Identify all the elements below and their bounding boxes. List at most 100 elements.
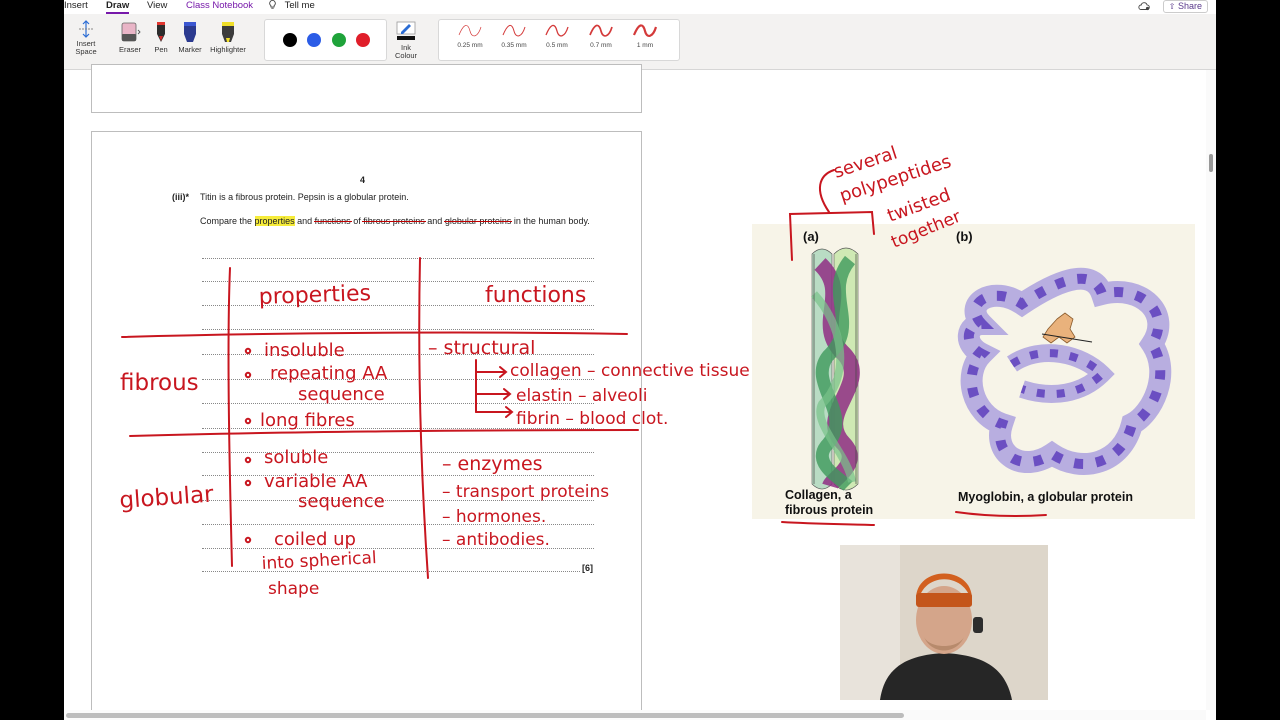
thickness-gallery: 0.25 mm 0.35 mm 0.5 mm 0.7 mm 1 mm	[438, 19, 680, 61]
thickness-option-0-25mm[interactable]: 0.25 mm	[451, 23, 489, 49]
eraser-tool[interactable]: Eraser	[116, 20, 144, 54]
rest-text: in the human body.	[513, 216, 590, 226]
protein-illustration	[811, 247, 1172, 491]
ribbon-tab-bar: Insert Draw View Class Notebook Tell me …	[64, 0, 1216, 14]
vertical-scroll-thumb[interactable]	[1209, 154, 1213, 172]
highlighter-icon	[222, 22, 234, 42]
draw-ribbon: oct Insert Space Eraser Pen	[64, 14, 1216, 70]
thickness-label: 0.5 mm	[546, 42, 568, 49]
share-button[interactable]: ⇧ Share	[1162, 0, 1208, 13]
insert-space-label: Insert Space	[75, 39, 97, 56]
answer-line	[202, 403, 594, 404]
tab-insert[interactable]: Insert	[64, 0, 88, 12]
thickness-option-1mm[interactable]: 1 mm	[626, 23, 664, 49]
thickness-label: 0.7 mm	[590, 42, 612, 49]
thickness-label: 0.25 mm	[457, 42, 483, 49]
collagen-caption-line2: fibrous protein	[785, 503, 874, 517]
answer-line	[202, 379, 594, 380]
thickness-option-0-7mm[interactable]: 0.7 mm	[582, 23, 620, 49]
horizontal-scrollbar[interactable]	[64, 710, 1206, 720]
stroke-sample-icon	[589, 24, 613, 37]
vertical-scrollbar[interactable]	[1206, 70, 1216, 710]
colour-swatch-black[interactable]	[283, 33, 297, 47]
ink-colour-icon	[396, 21, 416, 40]
answer-line	[202, 571, 580, 572]
share-label: Share	[1177, 1, 1202, 11]
marks-label: [6]	[582, 563, 593, 573]
ink-colour-tool[interactable]: Ink Colour	[389, 20, 423, 60]
colour-swatch-red[interactable]	[356, 33, 370, 47]
stroke-sample-icon	[632, 24, 658, 37]
myoglobin-illustration	[957, 267, 1172, 475]
tab-tell-me[interactable]: Tell me	[269, 0, 315, 12]
highlighter-tool[interactable]: Highlighter	[206, 20, 250, 54]
page-canvas[interactable]: 4 (iii)* Titin is a fibrous protein. Pep…	[64, 64, 1216, 720]
page-number: 4	[360, 175, 366, 185]
ink-colour-label: Ink Colour	[394, 43, 418, 60]
answer-line	[202, 354, 594, 355]
colour-swatch-green[interactable]	[332, 33, 346, 47]
question-number: (iii)*	[172, 192, 189, 202]
pen-label: Pen	[154, 45, 168, 54]
eraser-label: Eraser	[118, 45, 142, 54]
and-text: and	[297, 216, 313, 226]
struck-fibrous-proteins: fibrous proteins	[363, 216, 425, 226]
myoglobin-caption: Myoglobin, a globular protein	[958, 490, 1133, 504]
struck-globular-proteins: globular proteins	[444, 216, 512, 226]
presenter-silhouette	[840, 545, 1048, 700]
and-text-2: and	[427, 216, 443, 226]
thickness-option-0-35mm[interactable]: 0.35 mm	[495, 23, 533, 49]
insert-space-tool[interactable]: Insert Space	[74, 20, 98, 56]
figure-label-b: (b)	[956, 229, 973, 244]
lasso-select-tool[interactable]: oct	[64, 20, 72, 54]
question-stem: Titin is a fibrous protein. Pepsin is a …	[200, 192, 409, 202]
struck-functions: functions	[314, 216, 351, 226]
marker-tool[interactable]: Marker	[176, 20, 204, 54]
share-icon: ⇧	[1168, 2, 1176, 11]
collagen-caption-line1: Collagen, a	[785, 488, 852, 502]
compare-text: Compare the	[200, 216, 253, 226]
lightbulb-icon	[269, 0, 276, 9]
answer-line	[202, 329, 594, 330]
protein-structure-figure: (a) (b) Collagen, a fibrous protein Myog…	[752, 224, 1195, 519]
lasso-select-label: oct	[64, 38, 72, 54]
stroke-sample-icon	[502, 25, 526, 37]
answer-line	[202, 281, 594, 282]
highlighted-properties: properties	[254, 216, 295, 226]
stroke-sample-icon	[545, 24, 569, 37]
answer-line	[202, 475, 594, 476]
colour-palette	[264, 19, 387, 61]
onenote-window: Insert Draw View Class Notebook Tell me …	[64, 0, 1216, 720]
webcam-video	[840, 545, 1048, 700]
tell-me-label: Tell me	[284, 0, 315, 11]
horizontal-scroll-thumb[interactable]	[66, 713, 904, 718]
thickness-label: 1 mm	[636, 42, 654, 49]
pen-icon	[157, 22, 165, 42]
highlighter-label: Highlighter	[210, 45, 246, 54]
answer-line	[202, 500, 594, 501]
tab-class-notebook[interactable]: Class Notebook	[186, 0, 253, 12]
insert-space-icon	[79, 20, 93, 38]
answer-line	[202, 452, 594, 453]
colour-swatch-blue[interactable]	[307, 33, 321, 47]
tab-view[interactable]: View	[147, 0, 167, 12]
question-instruction: Compare the properties and functions of …	[200, 215, 596, 227]
answer-line	[202, 428, 594, 429]
thickness-option-0-5mm[interactable]: 0.5 mm	[538, 23, 576, 49]
answer-line	[202, 305, 594, 306]
of-text: of	[353, 216, 361, 226]
answer-line	[202, 524, 594, 525]
collagen-helix-illustration	[811, 247, 860, 491]
answer-line	[202, 258, 594, 259]
answer-line	[202, 548, 594, 549]
tab-draw[interactable]: Draw	[106, 0, 130, 14]
stroke-sample-icon	[458, 25, 482, 37]
marker-icon	[184, 22, 196, 42]
marker-label: Marker	[178, 45, 202, 54]
pen-tool[interactable]: Pen	[150, 20, 172, 54]
thickness-label: 0.35 mm	[501, 42, 527, 49]
figure-label-a: (a)	[803, 229, 819, 244]
exam-page-previous	[91, 64, 642, 113]
eraser-icon	[121, 22, 141, 42]
sync-status-icon[interactable]	[1138, 1, 1150, 11]
